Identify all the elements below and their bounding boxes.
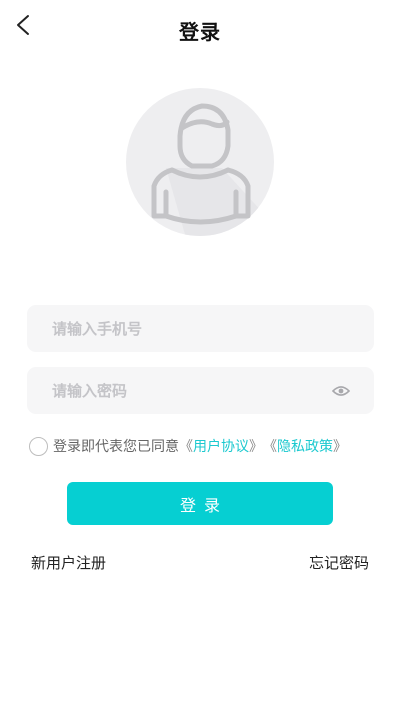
agreement-row: 登录即代表您已同意 《 用户协议 》 《 隐私政策 》: [29, 435, 347, 457]
avatar: [126, 88, 274, 236]
page-title: 登录: [179, 20, 221, 44]
agreement-text: 登录即代表您已同意: [53, 439, 179, 455]
bracket-close: 》: [333, 439, 347, 455]
phone-input[interactable]: [27, 305, 374, 352]
bracket-close: 》: [249, 439, 263, 455]
bracket-open: 《: [179, 439, 193, 455]
show-password-button[interactable]: [331, 383, 351, 397]
phone-field[interactable]: [27, 305, 374, 352]
password-field[interactable]: [27, 367, 374, 414]
password-input[interactable]: [27, 367, 374, 414]
privacy-policy-link[interactable]: 隐私政策: [277, 436, 333, 456]
bracket-open: 《: [263, 439, 277, 455]
agree-checkbox[interactable]: [29, 436, 48, 456]
eye-icon: [331, 386, 351, 396]
user-avatar-icon: [126, 88, 274, 236]
login-button[interactable]: 登录: [67, 482, 333, 525]
user-agreement-link[interactable]: 用户协议: [193, 436, 249, 456]
register-link[interactable]: 新用户注册: [31, 552, 106, 573]
login-screen: 登录 请输入手机号 登录即代表您已同意 《 用户协议 》 《 隐私政策 》 登录…: [0, 0, 400, 726]
forgot-password-link[interactable]: 忘记密码: [309, 552, 369, 573]
top-bar: 登录: [0, 0, 400, 58]
